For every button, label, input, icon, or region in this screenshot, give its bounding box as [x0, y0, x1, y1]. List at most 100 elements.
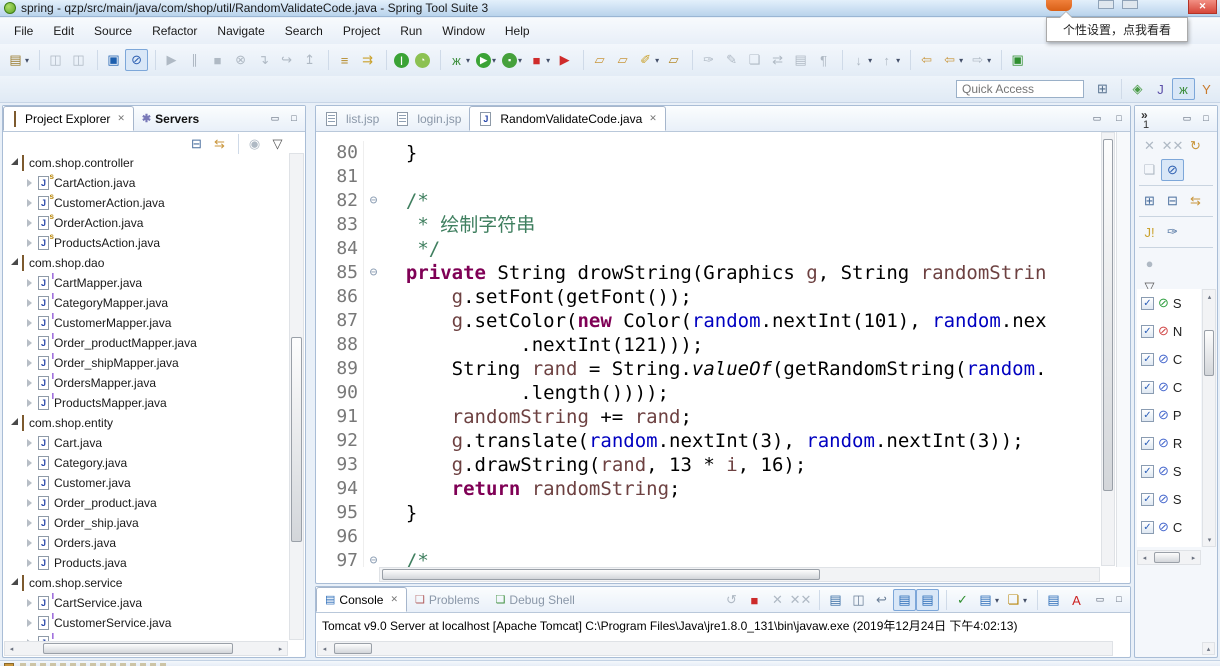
run-dropdown[interactable]: ▾ — [492, 56, 496, 65]
add-watchpoint-button[interactable]: ✑ — [1161, 221, 1184, 243]
tree-item-customermapper-java[interactable]: JICustomerMapper.java — [5, 313, 289, 333]
tree-item-order-ship-java[interactable]: JOrder_ship.java — [5, 513, 289, 533]
editor-vertical-scrollbar[interactable] — [1101, 132, 1115, 566]
breakpoint-item-1[interactable]: ✓⊘N — [1137, 317, 1201, 345]
view-tab-project-explorer[interactable]: Project Explorer✕ — [3, 106, 134, 131]
maximize-editor-button[interactable]: □ — [1111, 111, 1127, 125]
menu-refactor[interactable]: Refactor — [142, 19, 207, 43]
ansi-console-button[interactable]: A — [1065, 589, 1088, 611]
collapsed-twistie-icon[interactable] — [27, 459, 32, 467]
code-line-96[interactable]: 96 — [317, 525, 1115, 549]
show-stderr-button[interactable]: ▤ — [916, 589, 939, 611]
menu-file[interactable]: File — [4, 19, 43, 43]
menu-help[interactable]: Help — [495, 19, 540, 43]
link-with-editor-button[interactable]: ⇆ — [208, 133, 231, 155]
breakpoint-item-5[interactable]: ✓⊘R — [1137, 429, 1201, 457]
code-line-93[interactable]: 93 g.drawString(rand, 13 * i, 16); — [317, 453, 1115, 477]
sync-doc-button[interactable]: ⇄ — [766, 49, 789, 71]
step-into-button[interactable]: ↴ — [252, 49, 275, 71]
tree-item-order-productmapper-java[interactable]: JIOrder_productMapper.java — [5, 333, 289, 353]
explorer-vertical-scrollbar[interactable] — [289, 153, 304, 640]
tree-item-com-shop-service[interactable]: com.shop.service — [5, 573, 289, 593]
scroll-left-arrow[interactable]: ◂ — [5, 642, 18, 655]
collapsed-twistie-icon[interactable] — [27, 379, 32, 387]
scrollbar-thumb[interactable] — [43, 643, 233, 654]
tree-item-orderaction-java[interactable]: JsOrderAction.java — [5, 213, 289, 233]
code-line-82[interactable]: 82⊖ /* — [317, 189, 1115, 213]
collapsed-twistie-icon[interactable] — [27, 199, 32, 207]
tree-item-cartservice-java[interactable]: JICartService.java — [5, 593, 289, 613]
step-over-button[interactable]: ↪ — [275, 49, 298, 71]
perspective-debug-button[interactable]: ж — [1172, 78, 1195, 100]
menu-project[interactable]: Project — [333, 19, 390, 43]
expanded-twistie-icon[interactable] — [11, 578, 18, 585]
disconnect-button[interactable]: ⊗ — [229, 49, 252, 71]
scroll-down-arrow[interactable]: ▾ — [1203, 533, 1216, 546]
view-tab-servers[interactable]: ✱Servers — [134, 106, 207, 131]
expanded-twistie-icon[interactable] — [11, 418, 18, 425]
perspective-javaee-button[interactable]: ◈ — [1126, 78, 1149, 100]
code-line-81[interactable]: 81 — [317, 165, 1115, 189]
import-folder-button[interactable]: ▱ — [662, 49, 685, 71]
skip-all-breakpoints-button[interactable]: ⊘ — [125, 49, 148, 71]
breakpoint-item-3[interactable]: ✓⊘C — [1137, 373, 1201, 401]
breakpoint-checkbox[interactable]: ✓ — [1141, 353, 1154, 366]
clear-console-button[interactable]: ▤ — [824, 589, 847, 611]
scrollbar-thumb[interactable] — [1103, 139, 1113, 491]
show-stdout-button[interactable]: ▤ — [893, 589, 916, 611]
pin-console-button[interactable]: ✓ — [951, 589, 974, 611]
code-line-95[interactable]: 95 } — [317, 501, 1115, 525]
group-by-button[interactable]: ● — [1138, 252, 1161, 274]
scroll-lock-button[interactable]: ◫ — [847, 589, 870, 611]
use-step-filters-button[interactable]: ⇉ — [356, 49, 379, 71]
collapsed-twistie-icon[interactable] — [27, 599, 32, 607]
scrollbar-thumb[interactable] — [382, 569, 820, 580]
next-annotation-button[interactable]: ↓▾ — [847, 49, 875, 71]
expanded-twistie-icon[interactable] — [11, 158, 18, 165]
code-line-94[interactable]: 94 return randomString; — [317, 477, 1115, 501]
tree-item-cartmapper-java[interactable]: JICartMapper.java — [5, 273, 289, 293]
remove-all-launches-button[interactable]: ✕✕ — [789, 589, 812, 611]
show-execution-flow-button[interactable]: ≡ — [333, 49, 356, 71]
scrollbar-thumb[interactable] — [291, 337, 302, 542]
scroll-up-arrow[interactable]: ▴ — [1203, 290, 1216, 303]
save-button[interactable]: ◫ — [44, 49, 67, 71]
stop-server-button[interactable]: ■▾ — [525, 49, 553, 71]
menu-edit[interactable]: Edit — [43, 19, 84, 43]
tree-item-categorymapper-java[interactable]: JICategoryMapper.java — [5, 293, 289, 313]
code-editor[interactable]: 80 }8182⊖ /*83 * 绘制字符串84 */85⊖ private S… — [317, 132, 1115, 567]
fold-collapse-icon[interactable]: ⊖ — [363, 189, 383, 213]
open-perspective-button[interactable]: ⊞ — [1091, 78, 1114, 100]
editor-tab-randomvalidatecode-java[interactable]: JRandomValidateCode.java✕ — [469, 106, 665, 131]
breakpoint-checkbox[interactable]: ✓ — [1141, 521, 1154, 534]
collapsed-twistie-icon[interactable] — [27, 439, 32, 447]
overlay-close-button[interactable]: ✕ — [1188, 0, 1217, 14]
menu-navigate[interactable]: Navigate — [207, 19, 274, 43]
step-return-button[interactable]: ↥ — [298, 49, 321, 71]
tree-item-orders-java[interactable]: JOrders.java — [5, 533, 289, 553]
collapsed-twistie-icon[interactable] — [27, 619, 32, 627]
coverage-dropdown[interactable]: ▾ — [518, 56, 522, 65]
new-dropdown[interactable]: ▾ — [25, 56, 29, 65]
expanded-twistie-icon[interactable] — [11, 258, 18, 265]
console-tab-debug-shell[interactable]: ❏Debug Shell — [488, 587, 583, 612]
forward-dropdown[interactable]: ▾ — [987, 56, 991, 65]
link-with-debug-view-button[interactable]: ⇆ — [1184, 190, 1207, 212]
expand-all-button[interactable]: ⊞ — [1138, 190, 1161, 212]
debug-dropdown[interactable]: ▾ — [466, 56, 470, 65]
scrollbar-thumb[interactable] — [334, 643, 372, 654]
outline-doc-button[interactable]: ▤ — [789, 49, 812, 71]
breakpoint-checkbox[interactable]: ✓ — [1141, 409, 1154, 422]
back-button[interactable]: ⇦▾ — [938, 49, 966, 71]
sync-breakpoints-button[interactable]: ↻ — [1184, 135, 1207, 157]
collapsed-twistie-icon[interactable] — [27, 339, 32, 347]
remove-breakpoint-button[interactable]: ✕ — [1138, 135, 1161, 157]
breakpoint-checkbox[interactable]: ✓ — [1141, 381, 1154, 394]
quick-access-input[interactable] — [956, 80, 1084, 98]
new-button[interactable]: ▤▾ — [4, 49, 32, 71]
overlay-app-icon[interactable] — [1046, 0, 1072, 11]
breakpoint-checkbox[interactable]: ✓ — [1141, 437, 1154, 450]
editor-tab-login-jsp[interactable]: login.jsp — [387, 106, 469, 131]
format-brush-button[interactable]: ✎ — [720, 49, 743, 71]
tree-item-customeraction-java[interactable]: JsCustomerAction.java — [5, 193, 289, 213]
